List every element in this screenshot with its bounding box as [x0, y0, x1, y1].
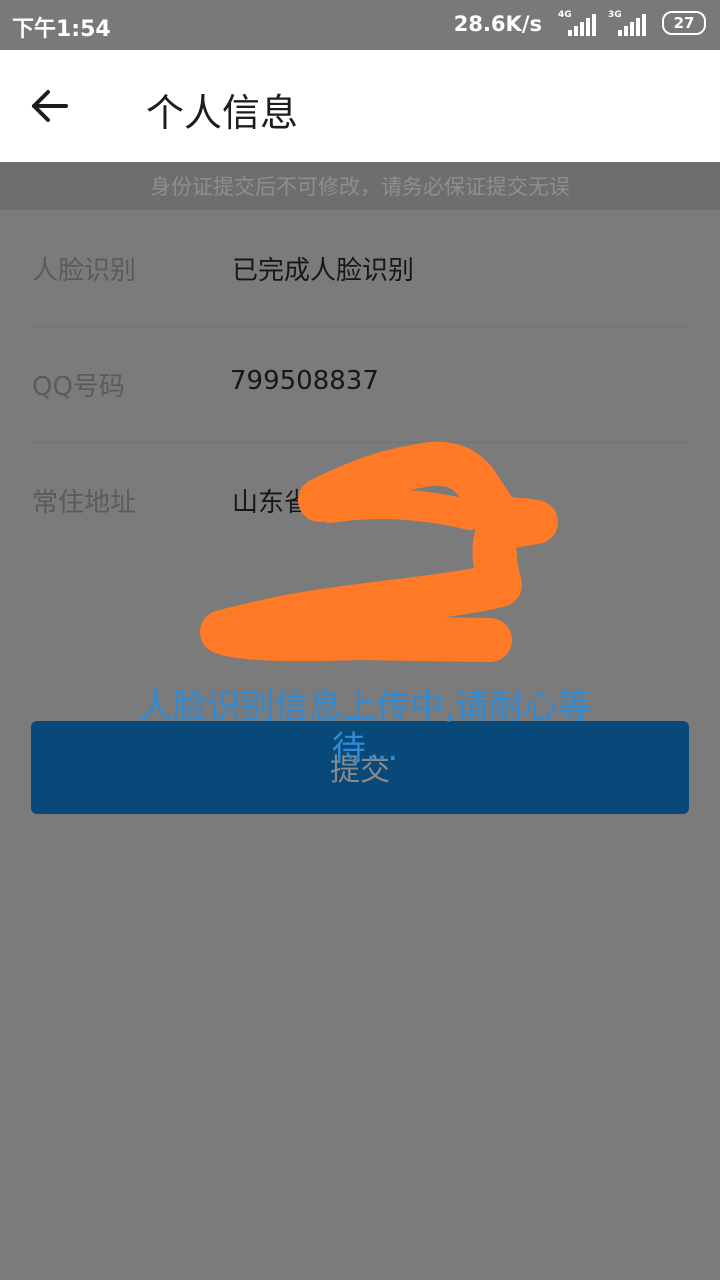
row-value: 已完成人脸识别 [232, 256, 415, 286]
personal-info-form: 人脸识别 已完成人脸识别 QQ号码 799508837 常住地址 山东省 [0, 210, 720, 672]
row-label: QQ号码 [32, 372, 125, 402]
signal-4g-icon: 4G [558, 10, 598, 36]
battery-icon: 27 [662, 11, 706, 35]
qq-number-row[interactable]: QQ号码 799508837 [32, 326, 688, 443]
network-type-4g: 4G [558, 10, 572, 20]
status-bar: 下午1:54 28.6K/s 4G 3G 27 [0, 0, 720, 50]
address-row[interactable]: 常住地址 山东省 [32, 442, 688, 592]
app-bar: 个人信息 [0, 50, 720, 162]
row-label: 常住地址 [32, 488, 137, 518]
row-value: 山东省 [232, 488, 311, 518]
page-title: 个人信息 [146, 91, 299, 135]
face-recognition-row[interactable]: 人脸识别 已完成人脸识别 [32, 210, 688, 327]
loading-toast: 人脸识别信息上传中,请耐心等待... [138, 687, 592, 769]
arrow-left-icon[interactable] [30, 88, 70, 124]
status-time: 下午1:54 [12, 17, 111, 42]
status-icons: 28.6K/s 4G 3G 27 [406, 9, 706, 41]
network-type-3g: 3G [608, 10, 622, 20]
signal-3g-icon: 3G [608, 10, 648, 36]
row-label: 人脸识别 [32, 256, 137, 286]
notice-banner: 身份证提交后不可修改，请务必保证提交无误 [0, 162, 720, 210]
network-speed: 28.6K/s [453, 12, 542, 36]
row-value: 799508837 [230, 366, 379, 396]
